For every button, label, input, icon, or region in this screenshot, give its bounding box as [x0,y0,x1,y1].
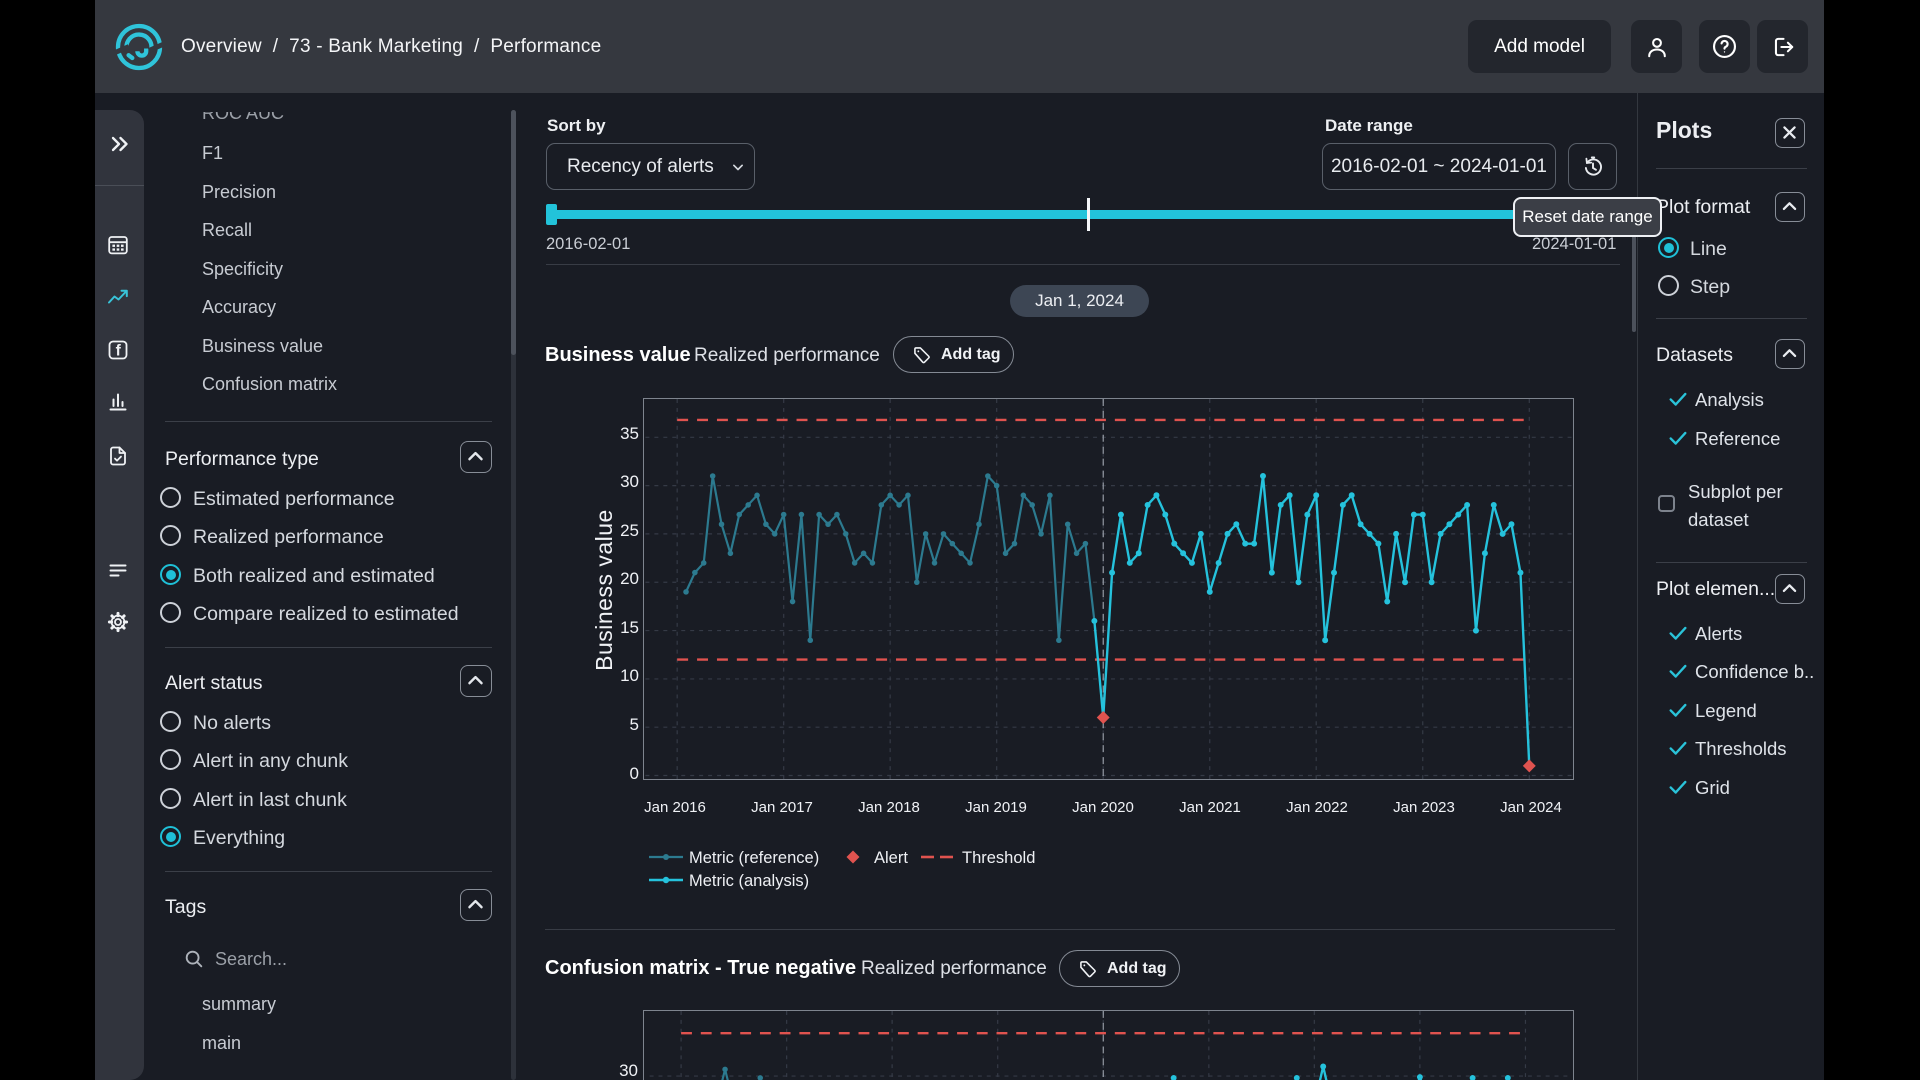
svg-text:f: f [116,342,122,359]
